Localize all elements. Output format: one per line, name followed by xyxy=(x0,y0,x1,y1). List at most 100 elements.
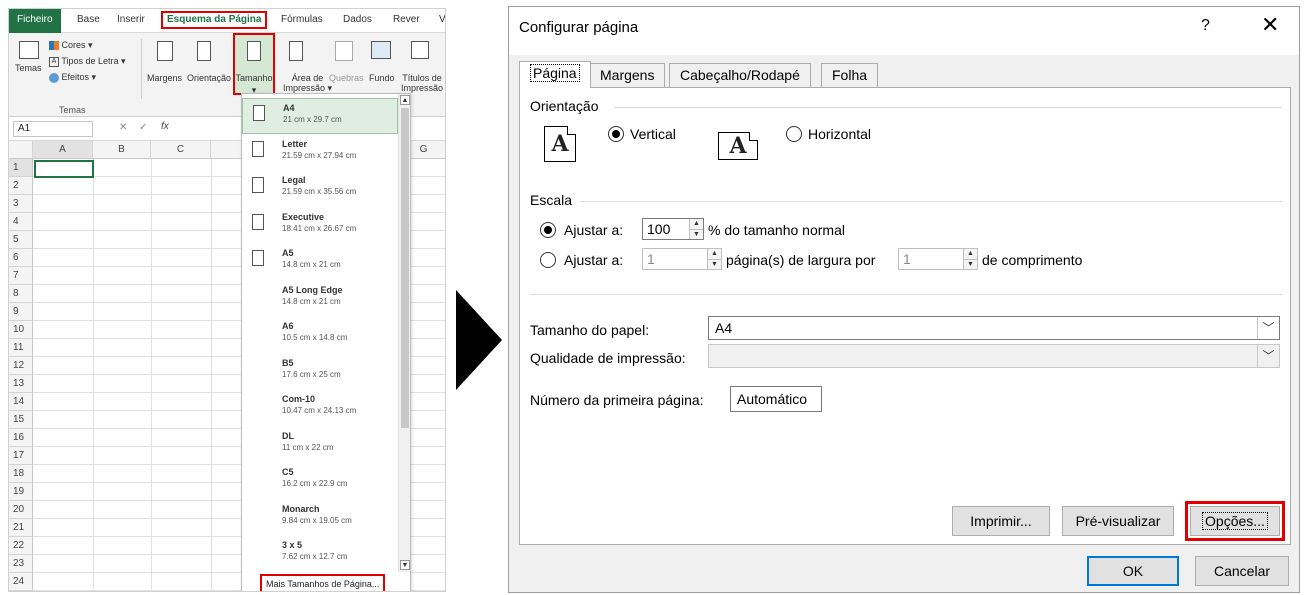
column-header-a[interactable]: A xyxy=(33,141,93,159)
paper-size-option[interactable]: A5 Long Edge 14.8 cm x 21 cm xyxy=(242,281,398,317)
tab-base[interactable]: Base xyxy=(75,13,102,31)
pages-wide-spinner[interactable]: 1 ▲ ▼ xyxy=(642,248,722,270)
print-titles-icon[interactable] xyxy=(411,41,429,59)
paper-size-option[interactable]: Legal 21.59 cm x 35.56 cm xyxy=(242,171,398,207)
row-header[interactable]: 10 xyxy=(9,321,33,339)
spin-up-icon[interactable]: ▲ xyxy=(964,249,977,259)
tab-more[interactable]: V xyxy=(437,13,445,31)
print-area-icon[interactable] xyxy=(289,41,303,61)
options-button[interactable]: Opções... xyxy=(1185,501,1285,541)
fit-percent-label[interactable]: Ajustar a: xyxy=(564,222,623,238)
print-titles-button[interactable]: Títulos de Impressão xyxy=(401,73,443,93)
row-header[interactable]: 13 xyxy=(9,375,33,393)
spin-up-icon[interactable]: ▲ xyxy=(690,219,703,229)
check-icon[interactable]: ✓ xyxy=(139,122,147,133)
row-header[interactable]: 20 xyxy=(9,501,33,519)
colors-button[interactable]: Cores ▾ xyxy=(49,39,93,51)
row-header[interactable]: 9 xyxy=(9,303,33,321)
orientation-icon[interactable] xyxy=(197,41,211,61)
row-header[interactable]: 18 xyxy=(9,465,33,483)
tab-folha[interactable]: Folha xyxy=(821,63,879,87)
spinner-buttons[interactable]: ▲ ▼ xyxy=(689,219,703,239)
tab-ficheiro[interactable]: Ficheiro xyxy=(9,9,61,33)
spinner-buttons[interactable]: ▲ ▼ xyxy=(707,249,721,269)
cancel-button[interactable]: Cancelar xyxy=(1195,556,1289,586)
column-header-b[interactable]: B xyxy=(93,141,151,159)
first-page-number-input[interactable]: Automático xyxy=(730,386,822,412)
background-icon[interactable] xyxy=(371,41,391,59)
fit-percent-radio[interactable] xyxy=(540,222,556,238)
ok-button[interactable]: OK xyxy=(1087,556,1179,586)
row-header[interactable]: 19 xyxy=(9,483,33,501)
themes-icon[interactable] xyxy=(19,41,39,59)
orientation-button[interactable]: Orientação xyxy=(187,73,231,83)
paper-size-option[interactable]: A6 10.5 cm x 14.8 cm xyxy=(242,317,398,353)
tab-margens[interactable]: Margens xyxy=(589,63,666,87)
fonts-button[interactable]: A Tipos de Letra ▾ xyxy=(49,55,126,67)
help-icon[interactable]: ? xyxy=(1201,17,1210,35)
scroll-up-icon[interactable]: ▲ xyxy=(400,95,410,105)
tab-inserir[interactable]: Inserir xyxy=(115,13,147,31)
paper-size-select[interactable]: A4 ﹀ xyxy=(708,316,1280,340)
scroll-down-icon[interactable]: ▼ xyxy=(400,560,410,570)
margins-icon[interactable] xyxy=(157,41,173,61)
close-icon[interactable]: ✕ xyxy=(1261,13,1279,37)
margins-button[interactable]: Margens xyxy=(147,73,182,83)
row-header[interactable]: 16 xyxy=(9,429,33,447)
spin-down-icon[interactable]: ▼ xyxy=(690,229,703,239)
paper-size-option[interactable]: Monarch 9.84 cm x 19.05 cm xyxy=(242,500,398,536)
print-preview-button[interactable]: Pré-visualizar xyxy=(1062,506,1174,536)
row-header[interactable]: 7 xyxy=(9,267,33,285)
row-header[interactable]: 21 xyxy=(9,519,33,537)
pages-tall-spinner[interactable]: 1 ▲ ▼ xyxy=(898,248,978,270)
tab-formulas[interactable]: Fórmulas xyxy=(279,13,325,31)
row-header[interactable]: 17 xyxy=(9,447,33,465)
chevron-down-icon[interactable]: ﹀ xyxy=(1257,317,1279,339)
row-header[interactable]: 22 xyxy=(9,537,33,555)
fit-pages-radio[interactable] xyxy=(540,252,556,268)
vertical-radio[interactable] xyxy=(608,126,624,142)
scroll-thumb[interactable] xyxy=(401,108,409,428)
tab-pagina[interactable]: Página xyxy=(519,61,591,88)
background-button[interactable]: Fundo xyxy=(369,73,395,83)
paper-size-option[interactable]: B5 17.6 cm x 25 cm xyxy=(242,354,398,390)
row-header[interactable]: 2 xyxy=(9,177,33,195)
row-header[interactable]: 8 xyxy=(9,285,33,303)
spin-down-icon[interactable]: ▼ xyxy=(708,259,721,269)
spinner-buttons[interactable]: ▲ ▼ xyxy=(963,249,977,269)
column-header-c[interactable]: C xyxy=(151,141,211,159)
paper-size-option[interactable]: Executive 18.41 cm x 26.67 cm xyxy=(242,208,398,244)
row-header[interactable]: 5 xyxy=(9,231,33,249)
tab-dados[interactable]: Dados xyxy=(341,13,374,31)
spin-up-icon[interactable]: ▲ xyxy=(708,249,721,259)
dropdown-scrollbar[interactable]: ▲ ▼ xyxy=(398,94,410,572)
size-button[interactable]: Tamanho ▾ xyxy=(233,33,275,95)
cancel-icon[interactable]: ✕ xyxy=(119,122,127,133)
paper-size-option[interactable]: DL 11 cm x 22 cm xyxy=(242,427,398,463)
horizontal-label[interactable]: Horizontal xyxy=(808,126,871,142)
row-header[interactable]: 4 xyxy=(9,213,33,231)
print-button[interactable]: Imprimir... xyxy=(952,506,1050,536)
paper-size-option[interactable]: A4 21 cm x 29.7 cm xyxy=(242,98,398,134)
row-header[interactable]: 14 xyxy=(9,393,33,411)
name-box[interactable]: A1 xyxy=(13,121,93,137)
horizontal-radio[interactable] xyxy=(786,126,802,142)
spin-down-icon[interactable]: ▼ xyxy=(964,259,977,269)
row-header[interactable]: 23 xyxy=(9,555,33,573)
effects-button[interactable]: Efeitos ▾ xyxy=(49,71,96,83)
paper-size-option[interactable]: Letter 21.59 cm x 27.94 cm xyxy=(242,135,398,171)
tab-rever[interactable]: Rever xyxy=(391,13,422,31)
vertical-label[interactable]: Vertical xyxy=(630,126,676,142)
row-header[interactable]: 11 xyxy=(9,339,33,357)
fit-pages-label[interactable]: Ajustar a: xyxy=(564,252,623,268)
row-header[interactable]: 3 xyxy=(9,195,33,213)
paper-size-option[interactable]: Com-10 10.47 cm x 24.13 cm xyxy=(242,390,398,426)
selected-cell-a1[interactable] xyxy=(34,160,94,178)
tab-esquema-da-pagina[interactable]: Esquema da Página xyxy=(161,11,268,29)
percent-spinner[interactable]: 100 ▲ ▼ xyxy=(642,218,704,240)
row-header[interactable]: 12 xyxy=(9,357,33,375)
paper-size-option[interactable]: 3 x 5 7.62 cm x 12.7 cm xyxy=(242,536,398,572)
print-quality-select[interactable]: ﹀ xyxy=(708,344,1280,368)
row-header[interactable]: 24 xyxy=(9,573,33,591)
print-area-button[interactable]: Área de Impressão ▾ xyxy=(283,73,332,93)
